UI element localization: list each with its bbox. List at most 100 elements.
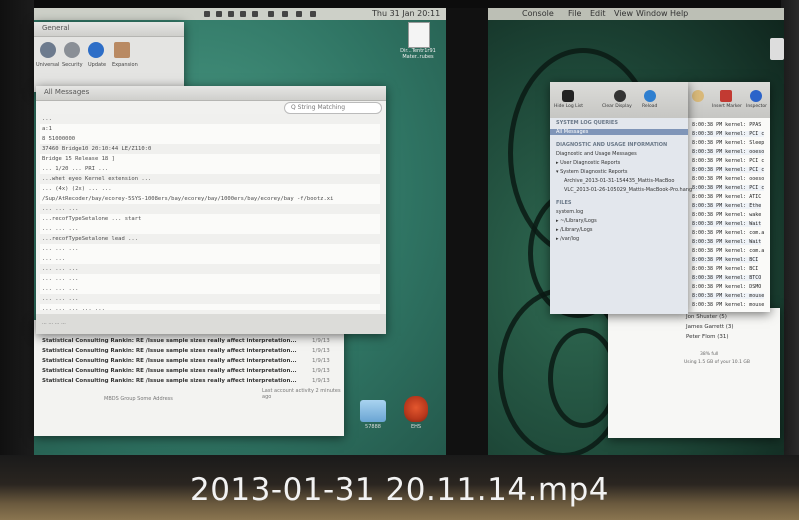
- flag-icon[interactable]: [310, 11, 316, 17]
- sidebar-item[interactable]: ▸ /var/log: [556, 236, 579, 242]
- menubar-clock[interactable]: Thu 31 Jan 20:11: [372, 9, 440, 18]
- reload-icon[interactable]: [644, 90, 656, 102]
- clear-display-icon[interactable]: [614, 90, 626, 102]
- mail-subject: Statistical Consulting Rankin: RE /Issue…: [42, 368, 297, 374]
- window-titlebar: All Messages: [36, 86, 386, 101]
- menu-file[interactable]: File: [568, 9, 581, 18]
- mail-list-row[interactable]: Statistical Consulting Rankin: RE /Issue…: [42, 378, 332, 387]
- log-line: ... 1/20 ... PRI ...: [42, 166, 109, 172]
- pref-label: Universal: [36, 62, 60, 68]
- drawer-handle[interactable]: [770, 38, 784, 60]
- pref-label: Security: [62, 62, 83, 68]
- menu-edit[interactable]: Edit: [590, 9, 606, 18]
- video-filename-caption: 2013-01-31 20.11.14.mp4: [189, 472, 609, 508]
- volume-icon[interactable]: [282, 11, 288, 17]
- sidebar-item[interactable]: system.log: [556, 209, 583, 215]
- mail-list-row[interactable]: Statistical Consulting Rankin: RE /Issue…: [42, 358, 332, 367]
- sidebar-item[interactable]: ▸ User Diagnostic Reports: [556, 160, 620, 166]
- console-log-row[interactable]: 8:00:38 PM kernel: DSMO: [692, 284, 761, 290]
- mail-list-row[interactable]: Statistical Consulting Rankin: RE /Issue…: [42, 348, 332, 357]
- log-line: 8 51000000: [42, 136, 76, 142]
- mailbox-sender[interactable]: Jon Shuster (5): [686, 314, 727, 320]
- console-log-row[interactable]: 8:00:38 PM kernel: BTCO: [692, 275, 762, 281]
- inspector-icon[interactable]: [750, 90, 762, 102]
- sender-count: (5): [719, 314, 727, 320]
- mailbox-sender[interactable]: James Garrett (3): [686, 324, 734, 330]
- console-log-row[interactable]: 8:00:38 PM kernel: PPAS: [692, 122, 761, 128]
- menubar-status-icon[interactable]: [252, 11, 258, 17]
- mail-date: 1/9/13: [312, 378, 330, 384]
- software-update-icon[interactable]: [88, 42, 104, 58]
- marker-icon[interactable]: [692, 90, 704, 102]
- log-line: Bridge 15 Release 18 ]: [42, 156, 115, 162]
- menubar-status-icon[interactable]: [216, 11, 222, 17]
- menu-help[interactable]: Help: [670, 9, 688, 18]
- sidebar-item[interactable]: All Messages: [550, 129, 688, 135]
- folder-icon[interactable]: [360, 400, 386, 422]
- desktop-file-label: Dir...Tentr1r91 Mater..rubes: [400, 48, 436, 60]
- menu-console[interactable]: Console: [522, 9, 554, 18]
- sidebar-item[interactable]: ▸ ~/Library/Logs: [556, 218, 597, 224]
- left-screen: Thu 31 Jan 20:11 General Universal Secur…: [34, 8, 446, 456]
- sidebar-section-header: FILES: [556, 200, 572, 206]
- log-line: ... ... ...: [40, 264, 380, 274]
- desktop-file-icon[interactable]: [408, 22, 430, 48]
- sidebar-item[interactable]: VLC_2013-01-26-105029_Mattis-MacBook-Pro…: [564, 187, 692, 193]
- console-log-row[interactable]: 8:00:38 PM kernel: BCI: [692, 257, 759, 263]
- sidebar-item[interactable]: ▸ /Library/Logs: [556, 227, 593, 233]
- menubar-status-icon[interactable]: [204, 11, 210, 17]
- sidebar-item[interactable]: Diagnostic and Usage Messages: [556, 151, 637, 157]
- console-log-row[interactable]: 8:00:38 PM kernel: com.a: [692, 230, 764, 236]
- sidebar-item[interactable]: Archive_2013-01-31-154435_Mattis-MacBoo: [564, 178, 674, 184]
- console-log-row[interactable]: 8:00:38 PM kernel: mouse: [692, 293, 765, 299]
- console-log-row[interactable]: 8:00:38 PM kernel: PCI c: [692, 158, 764, 164]
- console-log-row[interactable]: 8:00:38 PM kernel: Sleep: [692, 140, 764, 146]
- universal-access-icon[interactable]: [40, 42, 56, 58]
- clear-display-button[interactable]: Clear Display: [602, 104, 632, 109]
- wifi-icon[interactable]: [268, 11, 274, 17]
- log-line: ... (4x) (2x) ... ...: [42, 186, 112, 192]
- console-log-row[interactable]: 8:00:38 PM kernel: Ethe: [692, 203, 762, 209]
- console-log-row[interactable]: 8:00:38 PM kernel: PCI c: [692, 185, 765, 191]
- menubar-status-icon[interactable]: [240, 11, 246, 17]
- menu-window[interactable]: Window: [636, 9, 668, 18]
- insert-marker-label: Insert Marker: [712, 104, 742, 109]
- console-log-row[interactable]: 8:00:38 PM kernel: com.a: [692, 248, 764, 254]
- status-text: ... ... ... ...: [42, 320, 66, 326]
- sidebar-item[interactable]: ▾ System Diagnostic Reports: [556, 169, 628, 175]
- hide-log-list-button[interactable]: Hide Log List: [554, 104, 583, 109]
- log-line: ...recofTypeSetalone ... start: [42, 216, 142, 222]
- expansion-icon[interactable]: [114, 42, 130, 58]
- console-log-row[interactable]: 8:00:38 PM kernel: ATIC: [692, 194, 761, 200]
- fox-app-icon[interactable]: [404, 396, 428, 422]
- console-log-row[interactable]: 8:00:38 PM kernel: Wait: [692, 239, 762, 245]
- mail-list-row[interactable]: Statistical Consulting Rankin: RE /Issue…: [42, 368, 332, 377]
- console-log-list[interactable]: Insert Marker Inspector 8:00:38 PM kerne…: [688, 82, 770, 312]
- log-line: ...whet eyeo Kernel extension ...: [40, 174, 380, 184]
- mail-subject: Statistical Consulting Rankin: RE /Issue…: [42, 378, 297, 384]
- log-text-area[interactable]: ... a:1 8 51000000 37460 Bridge10 20:10:44…: [40, 114, 380, 310]
- console-window: Hide Log List Clear Display Reload SYSTE…: [550, 82, 692, 314]
- battery-icon[interactable]: [296, 11, 302, 17]
- log-list-icon[interactable]: [562, 90, 574, 102]
- reload-button[interactable]: Reload: [642, 104, 657, 109]
- security-icon[interactable]: [64, 42, 80, 58]
- insert-marker-icon[interactable]: [720, 90, 732, 102]
- sender-count: (3): [725, 324, 734, 330]
- console-log-row[interactable]: 8:00:38 PM kernel: PCI c: [692, 131, 765, 137]
- console-log-row[interactable]: 8:00:38 PM kernel: Wait: [692, 221, 762, 227]
- bezel-left: [0, 0, 34, 470]
- console-log-row[interactable]: 8:00:38 PM kernel: ooeso: [692, 149, 765, 155]
- console-log-row[interactable]: 8:00:38 PM kernel: ooeso: [692, 176, 764, 182]
- log-line: ...: [40, 114, 380, 124]
- mailbox-sender[interactable]: Peter Flom (31): [686, 334, 729, 340]
- console-log-row[interactable]: 8:00:38 PM kernel: BCI: [692, 266, 758, 272]
- search-field[interactable]: Q String Matching: [284, 102, 382, 114]
- console-log-row[interactable]: 8:00:38 PM kernel: PCI c: [692, 167, 765, 173]
- menu-view[interactable]: View: [614, 9, 633, 18]
- console-log-row[interactable]: 8:00:38 PM kernel: mouse: [692, 302, 764, 308]
- console-log-row[interactable]: 8:00:38 PM kernel: wake: [692, 212, 761, 218]
- log-line: ... ... ...: [40, 204, 380, 214]
- mail-list-row[interactable]: Statistical Consulting Rankin: RE /Issue…: [42, 338, 332, 347]
- menubar-status-icon[interactable]: [228, 11, 234, 17]
